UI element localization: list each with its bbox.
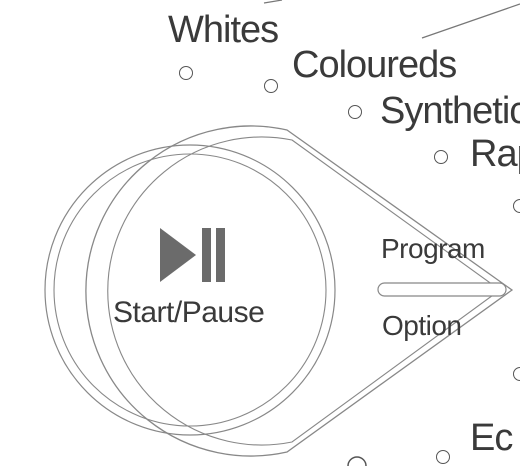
indicator-lamp-eco: [436, 450, 450, 464]
selector-divider: [377, 282, 507, 297]
leader-line: [421, 3, 520, 39]
indicator-lamp-whites: [179, 66, 193, 80]
indicator-lamp-coloureds: [264, 79, 278, 93]
indicator-lamp-synthetics: [348, 105, 362, 119]
program-label: Program: [381, 233, 485, 264]
partial-indicator-lamp: [347, 456, 367, 466]
program-button[interactable]: Program: [378, 226, 498, 276]
option-button[interactable]: Option: [378, 302, 488, 352]
start-pause-label: Start/Pause: [113, 296, 265, 329]
indicator-lamp-right-2: [513, 367, 520, 381]
program-label-coloureds[interactable]: Coloureds: [292, 44, 457, 87]
program-label-whites[interactable]: Whites: [168, 9, 279, 52]
program-label-synthetics[interactable]: Synthetic: [380, 90, 520, 133]
leader-line: [263, 0, 283, 4]
option-label: Option: [382, 310, 462, 341]
start-pause-button[interactable]: Start/Pause: [54, 154, 326, 426]
indicator-lamp-right-1: [513, 199, 520, 213]
program-label-eco[interactable]: Ec: [470, 417, 513, 460]
program-label-rapid[interactable]: Rap: [470, 133, 520, 176]
indicator-lamp-rapid: [434, 150, 448, 164]
